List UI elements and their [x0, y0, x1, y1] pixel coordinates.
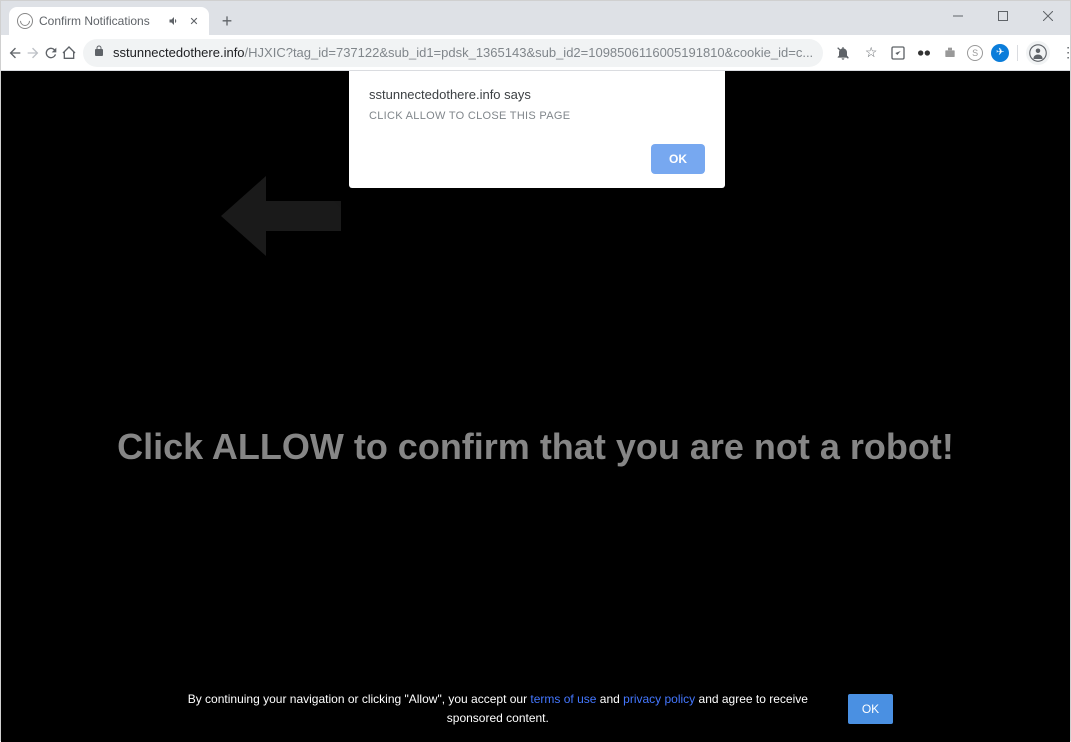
- browser-titlebar: Confirm Notifications ✕ +: [1, 1, 1070, 35]
- extension-icon-1[interactable]: [889, 44, 907, 62]
- reload-button[interactable]: [43, 39, 59, 67]
- minimize-button[interactable]: [935, 1, 980, 31]
- alert-title: sstunnectedothere.info says: [369, 87, 705, 102]
- extension-icon-5[interactable]: ✈: [991, 44, 1009, 62]
- lock-icon: [93, 45, 105, 60]
- menu-icon[interactable]: ⋮: [1058, 43, 1071, 63]
- browser-toolbar: sstunnectedothere.info/HJXIC?tag_id=7371…: [1, 35, 1070, 71]
- consent-footer: By continuing your navigation or clickin…: [1, 676, 1070, 742]
- back-button[interactable]: [7, 39, 23, 67]
- window-controls: [935, 1, 1070, 31]
- tab-title: Confirm Notifications: [39, 14, 161, 28]
- maximize-button[interactable]: [980, 1, 1025, 31]
- home-button[interactable]: [61, 39, 77, 67]
- js-alert-dialog: sstunnectedothere.info says CLICK ALLOW …: [349, 71, 725, 188]
- extension-icon-3[interactable]: [941, 44, 959, 62]
- bookmark-star-icon[interactable]: ☆: [861, 43, 881, 63]
- extension-icon-4[interactable]: S: [967, 45, 983, 61]
- arrow-pointer-graphic: [221, 166, 341, 271]
- globe-icon: [17, 13, 33, 29]
- extension-icon-2[interactable]: [915, 44, 933, 62]
- new-tab-button[interactable]: +: [213, 7, 241, 35]
- profile-avatar-icon[interactable]: [1026, 41, 1050, 65]
- headline-text: Click ALLOW to confirm that you are not …: [1, 426, 1070, 468]
- privacy-link[interactable]: privacy policy: [623, 692, 695, 706]
- page-content: Click ALLOW to confirm that you are not …: [1, 71, 1070, 742]
- alert-actions: OK: [369, 144, 705, 174]
- alert-ok-button[interactable]: OK: [651, 144, 705, 174]
- forward-button[interactable]: [25, 39, 41, 67]
- close-window-button[interactable]: [1025, 1, 1070, 31]
- browser-tab[interactable]: Confirm Notifications ✕: [9, 7, 209, 35]
- url-text: sstunnectedothere.info/HJXIC?tag_id=7371…: [113, 45, 813, 60]
- terms-link[interactable]: terms of use: [530, 692, 596, 706]
- close-tab-icon[interactable]: ✕: [187, 14, 201, 28]
- alert-message: CLICK ALLOW TO CLOSE THIS PAGE: [369, 110, 705, 122]
- notification-blocked-icon[interactable]: [833, 43, 853, 63]
- footer-text: By continuing your navigation or clickin…: [178, 690, 818, 728]
- address-bar[interactable]: sstunnectedothere.info/HJXIC?tag_id=7371…: [83, 39, 823, 67]
- toolbar-divider: [1017, 45, 1018, 61]
- footer-ok-button[interactable]: OK: [848, 694, 893, 724]
- mute-icon[interactable]: [167, 14, 181, 28]
- toolbar-icons: ☆ S ✈ ⋮: [829, 41, 1071, 65]
